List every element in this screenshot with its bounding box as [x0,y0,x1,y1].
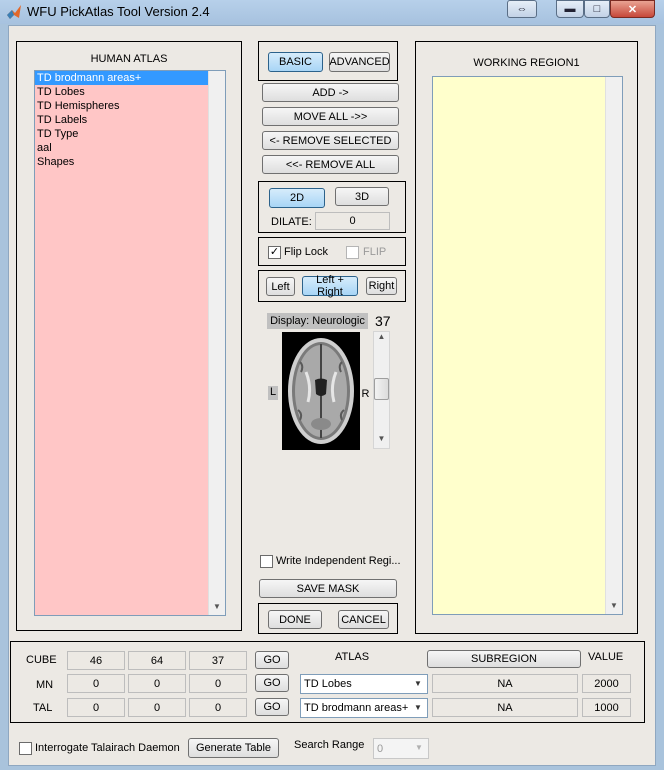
view-group: 2D 3D DILATE: 0 [258,181,406,233]
mn-atlas-dropdown[interactable]: TD Lobes ▼ [300,674,428,694]
atlas-list-item[interactable]: aal [35,141,209,155]
working-region-panel: WORKING REGION1 ▼ [415,41,638,634]
cancel-button[interactable]: CANCEL [338,610,389,629]
tal-label: TAL [33,702,53,714]
right-button[interactable]: Right [366,277,397,295]
tal-go-button[interactable]: GO [255,698,289,716]
flip-checkbox[interactable] [346,246,359,259]
tal-atlas-value: TD brodmann areas+ [304,702,409,714]
left-button[interactable]: Left [266,277,295,296]
chevron-down-icon[interactable]: ▼ [411,677,425,691]
left-right-button[interactable]: Left + Right [302,274,358,298]
close-icon[interactable]: ✕ [610,0,655,18]
2d-button[interactable]: 2D [269,188,325,208]
interrogate-label: Interrogate Talairach Daemon [35,742,180,754]
atlas-scrollbar[interactable]: ▼ [208,71,225,615]
title-bar: WFU PickAtlas Tool Version 2.4 ⇔ ▬ □ ✕ [0,0,664,24]
chevron-down-icon[interactable]: ▼ [412,741,426,755]
tal-subregion-field: NA [432,698,578,717]
mn-go-button[interactable]: GO [255,674,289,692]
flip-group: ✓ Flip Lock FLIP [258,237,406,266]
save-mask-button[interactable]: SAVE MASK [259,579,397,598]
mn-value-field: 2000 [582,674,631,693]
slider-down-icon[interactable]: ▼ [374,434,389,448]
display-mode-label: Display: Neurologic [267,313,368,329]
write-independent-checkbox[interactable] [260,555,273,568]
flip-lock-checkbox[interactable]: ✓ [268,246,281,259]
remove-all-button[interactable]: <<- REMOVE ALL [262,155,399,174]
remove-selected-button[interactable]: <- REMOVE SELECTED [262,131,399,150]
slice-slider[interactable]: ▲ ▼ [373,331,390,449]
working-region-listbox[interactable]: ▼ [432,76,623,615]
search-range-label: Search Range [294,739,365,751]
done-button[interactable]: DONE [268,610,322,629]
add-button[interactable]: ADD -> [262,83,399,102]
working-region-scrollbar[interactable]: ▼ [605,77,622,614]
mn-label: MN [36,679,54,691]
window-title: WFU PickAtlas Tool Version 2.4 [27,4,210,19]
atlas-list-item[interactable]: TD brodmann areas+ [35,71,209,85]
tal-atlas-dropdown[interactable]: TD brodmann areas+ ▼ [300,698,428,718]
advanced-button[interactable]: ADVANCED [329,52,390,72]
cube-x-field[interactable]: 46 [67,651,125,670]
atlas-list-item[interactable]: TD Labels [35,113,209,127]
3d-button[interactable]: 3D [335,187,389,206]
basic-button[interactable]: BASIC [268,52,323,72]
window-client: HUMAN ATLAS TD brodmann areas+ TD Lobes TD… [8,25,656,766]
slider-up-icon[interactable]: ▲ [374,332,389,346]
matlab-icon [7,5,21,19]
mn-x-field[interactable]: 0 [67,674,125,693]
chevron-down-icon[interactable]: ▼ [411,701,425,715]
cube-go-button[interactable]: GO [255,651,289,669]
cube-y-field[interactable]: 64 [128,651,186,670]
flip-lock-label: Flip Lock [284,246,329,258]
atlas-header: ATLAS [335,651,370,663]
right-marker: R [361,388,370,400]
dilate-field[interactable]: 0 [315,212,390,230]
mode-group: BASIC ADVANCED [258,41,398,81]
search-range-value: 0 [377,742,384,755]
mn-subregion-field: NA [432,674,578,693]
mn-atlas-value: TD Lobes [304,678,352,690]
coordinates-panel: CUBE MN TAL 46 64 37 GO 0 0 0 GO 0 0 0 G… [10,641,645,723]
value-header: VALUE [588,651,624,663]
tal-value-field: 1000 [582,698,631,717]
minimize-icon[interactable]: ▬ [556,0,584,18]
human-atlas-listbox[interactable]: TD brodmann areas+ TD Lobes TD Hemispheres… [34,70,226,616]
working-region-title: WORKING REGION1 [473,57,580,69]
human-atlas-panel: HUMAN ATLAS TD brodmann areas+ TD Lobes TD… [16,41,242,631]
slider-thumb[interactable] [374,378,389,400]
write-independent-label: Write Independent Regi... [276,555,401,567]
atlas-list-item[interactable]: TD Lobes [35,85,209,99]
maximize-icon[interactable]: □ [584,0,610,18]
left-marker: L [268,386,278,400]
move-all-button[interactable]: MOVE ALL ->> [262,107,399,126]
tal-z-field[interactable]: 0 [189,698,247,717]
dilate-label: DILATE: [271,216,312,228]
generate-table-button[interactable]: Generate Table [188,738,279,758]
hemisphere-group: Left Left + Right Right [258,270,406,302]
atlas-list-item[interactable]: TD Type [35,127,209,141]
mn-y-field[interactable]: 0 [128,674,186,693]
atlas-list-item[interactable]: Shapes [35,155,209,169]
tal-x-field[interactable]: 0 [67,698,125,717]
search-range-dropdown[interactable]: 0 ▼ [373,738,429,759]
scroll-down-icon[interactable]: ▼ [209,599,225,615]
expand-arrows-icon[interactable]: ⇔ [507,0,537,18]
cube-z-field[interactable]: 37 [189,651,247,670]
cube-label: CUBE [26,654,57,666]
human-atlas-title: HUMAN ATLAS [90,53,168,65]
brain-slice-image[interactable] [282,332,360,450]
interrogate-checkbox[interactable] [19,742,32,755]
scroll-down-icon[interactable]: ▼ [606,598,622,614]
tal-y-field[interactable]: 0 [128,698,186,717]
subregion-button[interactable]: SUBREGION [427,650,581,668]
atlas-list-item[interactable]: TD Hemispheres [35,99,209,113]
slice-number: 37 [375,313,391,329]
done-group: DONE CANCEL [258,603,398,634]
mn-z-field[interactable]: 0 [189,674,247,693]
brain-slice-svg [288,338,354,444]
flip-label: FLIP [363,246,387,258]
